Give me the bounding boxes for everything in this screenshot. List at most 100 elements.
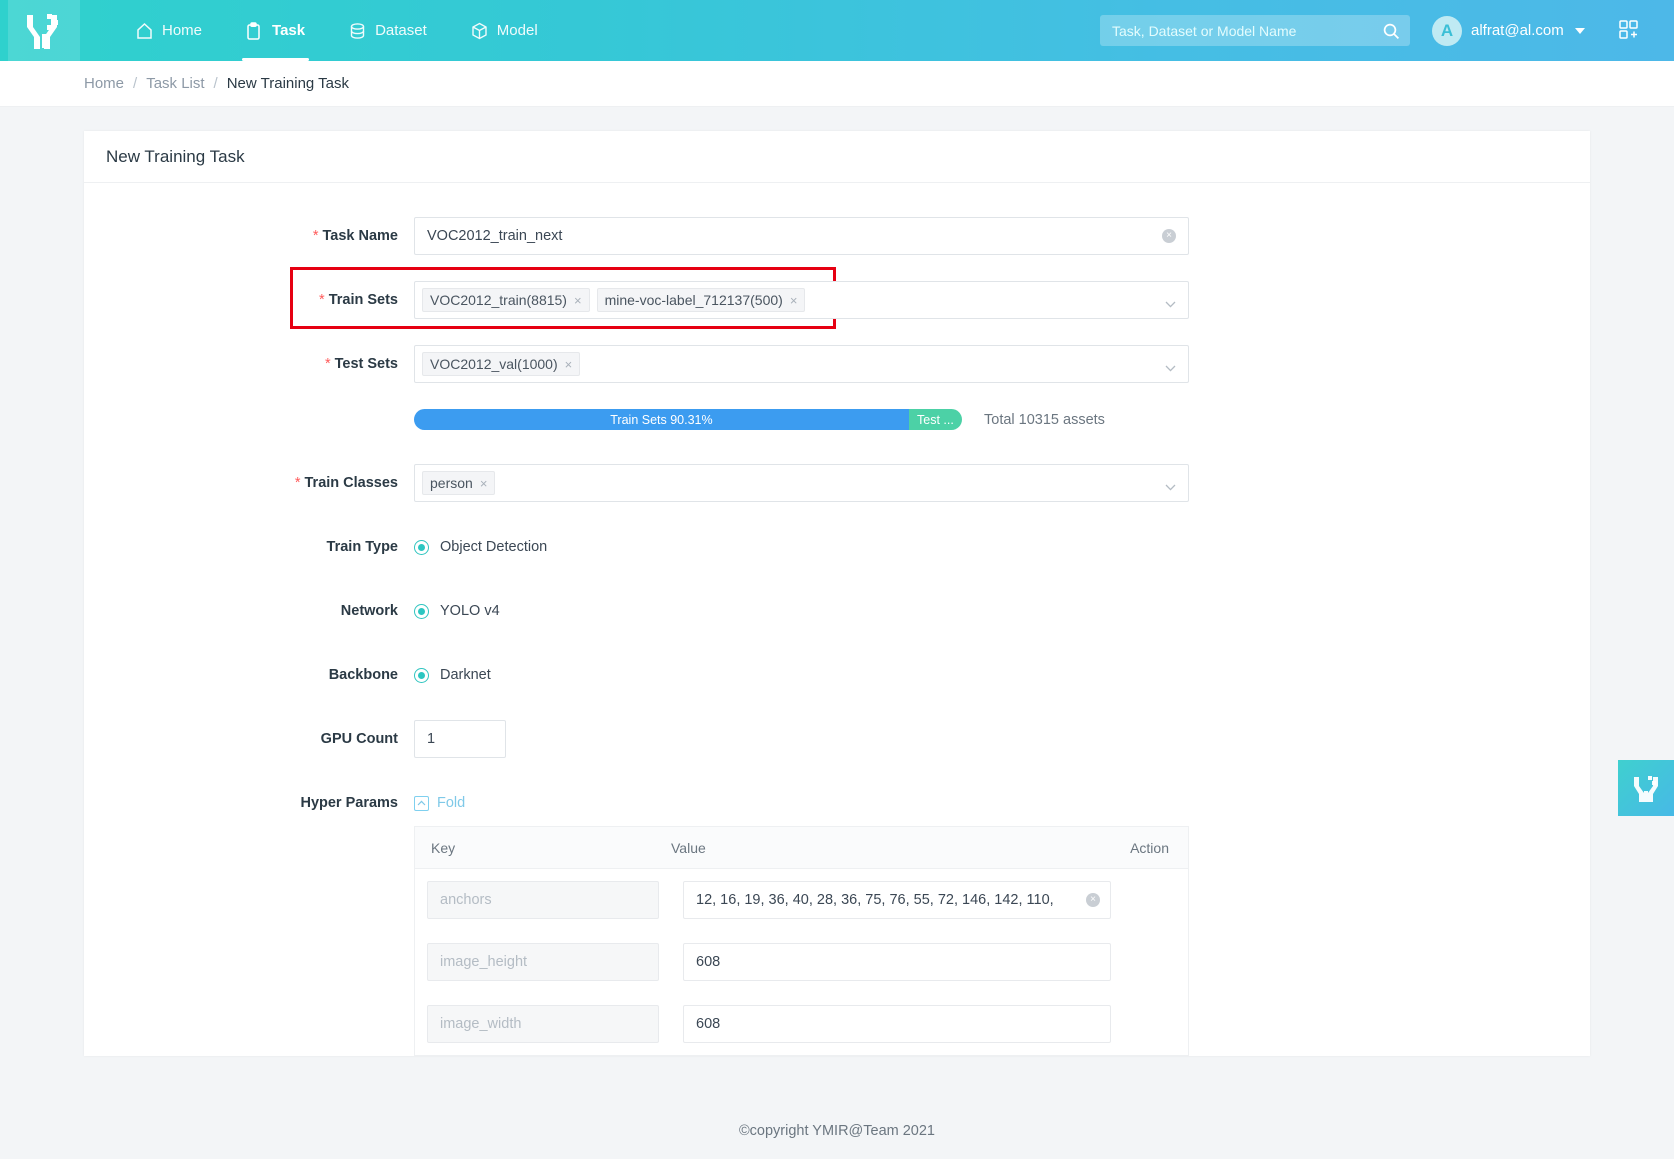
tag-label: mine-voc-label_712137(500) [604,292,783,308]
hyper-param-value-input[interactable]: 608 [683,943,1111,981]
label-train-classes: * Train Classes [294,475,398,491]
tag[interactable]: VOC2012_val(1000) × [422,352,581,376]
app-header: Home Task Dataset Model Task, Dataset or… [0,0,1674,61]
nav-label-dataset: Dataset [375,22,427,39]
train-type-radio-group[interactable]: Object Detection [414,528,1189,566]
column-header-key: Key [431,839,456,856]
page-body: New Training Task * Task Name VOC2012_tra… [0,107,1674,1159]
label-task-name: * Task Name [312,228,398,244]
nav-label-model: Model [496,22,538,39]
tag[interactable]: mine-voc-label_712137(500) × [596,288,806,312]
close-icon[interactable]: × [480,476,488,491]
hyper-param-key-input[interactable]: anchors [427,881,659,919]
cube-icon [471,22,488,40]
clear-circle-icon[interactable]: × [1086,893,1100,907]
train-classes-select[interactable]: person × [414,464,1189,502]
chevron-down-icon[interactable] [1165,295,1176,308]
field-row-backbone: Backbone Darknet [84,656,1590,694]
new-training-task-card: New Training Task * Task Name VOC2012_tra… [84,131,1590,1056]
breadcrumb-separator: / [133,75,138,92]
train-sets-select[interactable]: VOC2012_train(8815) × mine-voc-label_712… [414,281,1189,319]
hyper-param-key-input[interactable]: image_height [427,943,659,981]
breadcrumb: Home / Task List / New Training Task [0,61,1674,107]
hyper-param-key-input[interactable]: image_width [427,1005,659,1043]
split-test-label: Test ... [917,412,954,427]
breadcrumb-item-home[interactable]: Home [84,75,124,92]
nav-label-task: Task [272,22,306,39]
page-title: New Training Task [84,131,1590,183]
radio-yolo-v4[interactable] [414,603,429,619]
user-menu[interactable]: A alfrat@al.com [1432,0,1585,61]
nav-item-home[interactable]: Home [114,0,224,61]
chevron-down-icon[interactable] [1165,478,1176,491]
search-icon[interactable] [1382,22,1400,40]
tag[interactable]: VOC2012_train(8815) × [422,288,590,312]
search-input[interactable] [1110,21,1382,40]
app-switcher-icon[interactable] [1617,18,1641,42]
main-nav: Home Task Dataset Model [114,0,560,61]
label-gpu-count: GPU Count [320,731,398,747]
column-header-value: Value [671,839,706,856]
breadcrumb-separator: / [213,75,218,92]
tag[interactable]: person × [422,471,496,495]
field-row-hyper-params: Hyper Params Fold Key Value Action ancho… [84,784,1590,1056]
chevron-down-icon[interactable] [1165,359,1176,372]
radio-darknet[interactable] [414,667,429,683]
field-row-gpu-count: GPU Count 1 [84,720,1590,758]
breadcrumb-item-task-list[interactable]: Task List [146,75,204,92]
required-mark: * [319,292,325,308]
hyper-param-value-input[interactable]: 608 [683,1005,1111,1043]
label-backbone: Backbone [328,667,398,683]
nav-label-home: Home [162,22,203,39]
nav-item-dataset[interactable]: Dataset [327,0,449,61]
nav-item-model[interactable]: Model [449,0,560,61]
table-row: anchors 12, 16, 19, 36, 40, 28, 36, 75, … [415,869,1188,931]
ymir-float-icon[interactable] [1618,760,1674,816]
chevron-up-icon[interactable] [414,795,429,811]
field-row-task-name: * Task Name VOC2012_train_next × [84,217,1590,255]
label-train-type: Train Type [326,539,398,555]
field-row-test-sets: * Test Sets VOC2012_val(1000) × [84,345,1590,383]
radio-label-yolo-v4: YOLO v4 [440,603,500,619]
radio-label-darknet: Darknet [440,667,491,683]
close-icon[interactable]: × [565,357,573,372]
split-progress-bar: Train Sets 90.31% Test ... [414,409,962,430]
field-row-network: Network YOLO v4 [84,592,1590,630]
table-header-row: Key Value Action [415,827,1188,869]
field-row-train-classes: * Train Classes person × [84,464,1590,502]
hyper-param-value-input[interactable]: 12, 16, 19, 36, 40, 28, 36, 75, 76, 55, … [683,881,1111,919]
database-icon [349,22,366,40]
required-mark: * [312,228,319,244]
hyper-param-value-text: 12, 16, 19, 36, 40, 28, 36, 75, 76, 55, … [696,892,1054,908]
nav-item-task[interactable]: Task [224,0,327,61]
footer: ©copyright YMIR@Team 2021 [0,1103,1674,1159]
training-task-form: * Task Name VOC2012_train_next × * Train S… [84,183,1590,1056]
hyper-param-value-text: 608 [696,954,721,970]
user-email: alfrat@al.com [1471,22,1564,39]
close-icon[interactable]: × [790,293,798,308]
copyright-text: ©copyright YMIR@Team 2021 [739,1123,935,1139]
ymir-logo-icon[interactable] [8,0,80,61]
tag-label: VOC2012_val(1000) [430,356,558,372]
radio-label-object-detection: Object Detection [440,539,548,555]
network-radio-group[interactable]: YOLO v4 [414,592,1189,630]
required-mark: * [294,475,301,491]
chevron-down-icon[interactable] [1574,27,1585,34]
hyper-params-fold-toggle[interactable]: Fold [414,784,1189,822]
task-name-input[interactable]: VOC2012_train_next × [414,217,1189,255]
gpu-count-input[interactable]: 1 [414,720,506,758]
dataset-split-summary: Train Sets 90.31% Test ... Total 10315 a… [414,409,1590,430]
clear-circle-icon[interactable]: × [1162,229,1176,243]
test-sets-select[interactable]: VOC2012_val(1000) × [414,345,1189,383]
hyper-params-table: Key Value Action anchors 12, 16, 19, 36,… [414,826,1189,1056]
table-row: image_height 608 [415,931,1188,993]
required-mark: * [324,356,331,372]
radio-object-detection[interactable] [414,539,429,555]
tag-label: person [430,475,473,491]
field-row-train-sets: * Train Sets VOC2012_train(8815) × mine-v… [84,267,1590,329]
close-icon[interactable]: × [574,293,582,308]
global-search[interactable] [1100,15,1410,46]
avatar: A [1432,15,1462,46]
label-network: Network [340,603,398,619]
backbone-radio-group[interactable]: Darknet [414,656,1189,694]
